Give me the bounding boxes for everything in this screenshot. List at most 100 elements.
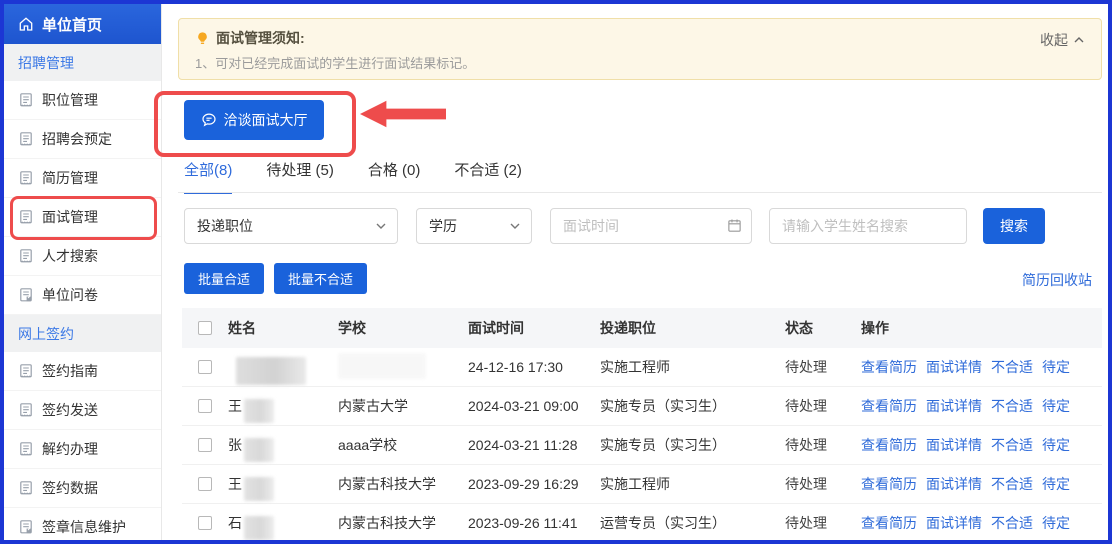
sidebar-item-interview-mgmt[interactable]: 面试管理 <box>4 198 161 237</box>
tab-qualified[interactable]: 合格 (0) <box>368 159 421 194</box>
col-header-position: 投递职位 <box>600 318 785 338</box>
sidebar-item-sign-data[interactable]: 签约数据 <box>4 469 161 508</box>
filter-bar: 投递职位 学历 搜索 <box>184 208 1045 244</box>
cell-status: 待处理 <box>785 396 861 416</box>
view-resume-link[interactable]: 查看简历 <box>861 396 917 416</box>
pending-link[interactable]: 待定 <box>1042 435 1070 455</box>
sidebar-item-signature-info[interactable]: 签章信息维护 <box>4 508 161 544</box>
row-checkbox[interactable] <box>198 477 212 491</box>
questionnaire-icon <box>18 287 34 303</box>
cell-time: 2023-09-29 16:29 <box>468 476 600 492</box>
redaction-blur <box>244 516 274 540</box>
app-window: 单位首页 招聘管理 职位管理 招聘会预定 简历管理 面试管理 人才搜索 单位问卷 <box>0 0 1112 544</box>
section-label: 网上签约 <box>18 324 74 344</box>
sidebar-item-sign-guide[interactable]: 签约指南 <box>4 352 161 391</box>
cell-name: 王 <box>228 396 242 416</box>
pending-link[interactable]: 待定 <box>1042 474 1070 494</box>
row-checkbox[interactable] <box>198 438 212 452</box>
row-checkbox[interactable] <box>198 516 212 530</box>
batch-suitable-button[interactable]: 批量合适 <box>184 263 264 294</box>
col-header-name: 姓名 <box>228 318 338 338</box>
interview-detail-link[interactable]: 面试详情 <box>926 357 982 377</box>
student-name-input[interactable] <box>769 208 967 244</box>
notice-line: 1、可对已经完成面试的学生进行面试结果标记。 <box>195 53 1085 72</box>
cell-time: 2024-03-21 11:28 <box>468 437 600 453</box>
redaction-blur <box>244 477 274 501</box>
sidebar-item-label: 解约办理 <box>42 439 98 459</box>
unfit-link[interactable]: 不合适 <box>991 513 1033 533</box>
interview-table: 姓名 学校 面试时间 投递职位 状态 操作 24-12-16 17:30 实施工… <box>182 308 1102 543</box>
chat-icon <box>201 112 217 128</box>
list-icon <box>18 441 34 457</box>
cell-position: 实施工程师 <box>600 357 785 377</box>
redaction-blur <box>338 353 426 379</box>
col-header-school: 学校 <box>338 318 468 338</box>
notice-title: 面试管理须知: <box>216 28 305 48</box>
cell-status: 待处理 <box>785 357 861 377</box>
sidebar-home-header[interactable]: 单位首页 <box>4 4 161 44</box>
interview-hall-button[interactable]: 洽谈面试大厅 <box>184 100 324 140</box>
sidebar-section-online-signing: 网上签约 <box>4 315 161 352</box>
sidebar-item-label: 签约数据 <box>42 478 98 498</box>
list-icon <box>18 131 34 147</box>
row-checkbox[interactable] <box>198 399 212 413</box>
sidebar-item-sign-send[interactable]: 签约发送 <box>4 391 161 430</box>
sidebar-item-label: 人才搜索 <box>42 246 98 266</box>
tab-unfit[interactable]: 不合适 (2) <box>454 159 522 194</box>
cell-school: 内蒙古大学 <box>338 396 468 416</box>
bulb-icon <box>195 31 210 46</box>
sidebar-item-label: 面试管理 <box>42 207 98 227</box>
pending-link[interactable]: 待定 <box>1042 513 1070 533</box>
sidebar-item-label: 职位管理 <box>42 90 98 110</box>
cell-school: 内蒙古科技大学 <box>338 474 468 494</box>
interview-detail-link[interactable]: 面试详情 <box>926 513 982 533</box>
view-resume-link[interactable]: 查看简历 <box>861 357 917 377</box>
cell-time: 24-12-16 17:30 <box>468 359 600 375</box>
sidebar-item-label: 签约发送 <box>42 400 98 420</box>
interview-time-input[interactable] <box>550 208 752 244</box>
sidebar-item-job-fair[interactable]: 招聘会预定 <box>4 120 161 159</box>
unfit-link[interactable]: 不合适 <box>991 435 1033 455</box>
tab-all[interactable]: 全部(8) <box>184 159 232 194</box>
interview-detail-link[interactable]: 面试详情 <box>926 435 982 455</box>
view-resume-link[interactable]: 查看简历 <box>861 474 917 494</box>
position-select-value: 投递职位 <box>197 216 253 236</box>
row-checkbox[interactable] <box>198 360 212 374</box>
cell-position: 实施专员（实习生） <box>600 435 785 455</box>
sidebar: 单位首页 招聘管理 职位管理 招聘会预定 简历管理 面试管理 人才搜索 单位问卷 <box>4 4 162 540</box>
sidebar-item-sign-cancel[interactable]: 解约办理 <box>4 430 161 469</box>
unfit-link[interactable]: 不合适 <box>991 396 1033 416</box>
pending-link[interactable]: 待定 <box>1042 357 1070 377</box>
sidebar-item-label: 签约指南 <box>42 361 98 381</box>
interview-time-field <box>550 208 752 244</box>
unfit-link[interactable]: 不合适 <box>991 474 1033 494</box>
cell-time: 2024-03-21 09:00 <box>468 398 600 414</box>
sidebar-item-questionnaire[interactable]: 单位问卷 <box>4 276 161 315</box>
list-icon <box>18 480 34 496</box>
collapse-toggle[interactable]: 收起 <box>1040 30 1085 50</box>
interview-detail-link[interactable]: 面试详情 <box>926 474 982 494</box>
list-icon <box>18 248 34 264</box>
education-select[interactable]: 学历 <box>416 208 532 244</box>
view-resume-link[interactable]: 查看简历 <box>861 435 917 455</box>
sidebar-item-position-mgmt[interactable]: 职位管理 <box>4 81 161 120</box>
annotation-arrow <box>360 99 446 129</box>
tab-pending[interactable]: 待处理 (5) <box>266 159 334 194</box>
search-button[interactable]: 搜索 <box>983 208 1045 244</box>
sidebar-item-talent-search[interactable]: 人才搜索 <box>4 237 161 276</box>
sidebar-item-label: 招聘会预定 <box>42 129 112 149</box>
list-icon <box>18 170 34 186</box>
unfit-link[interactable]: 不合适 <box>991 357 1033 377</box>
resume-recycle-link[interactable]: 简历回收站 <box>1022 270 1092 290</box>
batch-unsuitable-button[interactable]: 批量不合适 <box>274 263 367 294</box>
position-select[interactable]: 投递职位 <box>184 208 398 244</box>
view-resume-link[interactable]: 查看简历 <box>861 513 917 533</box>
table-row: 王 内蒙古科技大学 2023-09-29 16:29 实施工程师 待处理 查看简… <box>182 465 1102 504</box>
select-all-checkbox[interactable] <box>198 321 212 335</box>
table-row: 张 aaaa学校 2024-03-21 11:28 实施专员（实习生） 待处理 … <box>182 426 1102 465</box>
chevron-down-icon <box>375 220 387 232</box>
interview-detail-link[interactable]: 面试详情 <box>926 396 982 416</box>
cell-position: 实施工程师 <box>600 474 785 494</box>
pending-link[interactable]: 待定 <box>1042 396 1070 416</box>
sidebar-item-resume-mgmt[interactable]: 简历管理 <box>4 159 161 198</box>
